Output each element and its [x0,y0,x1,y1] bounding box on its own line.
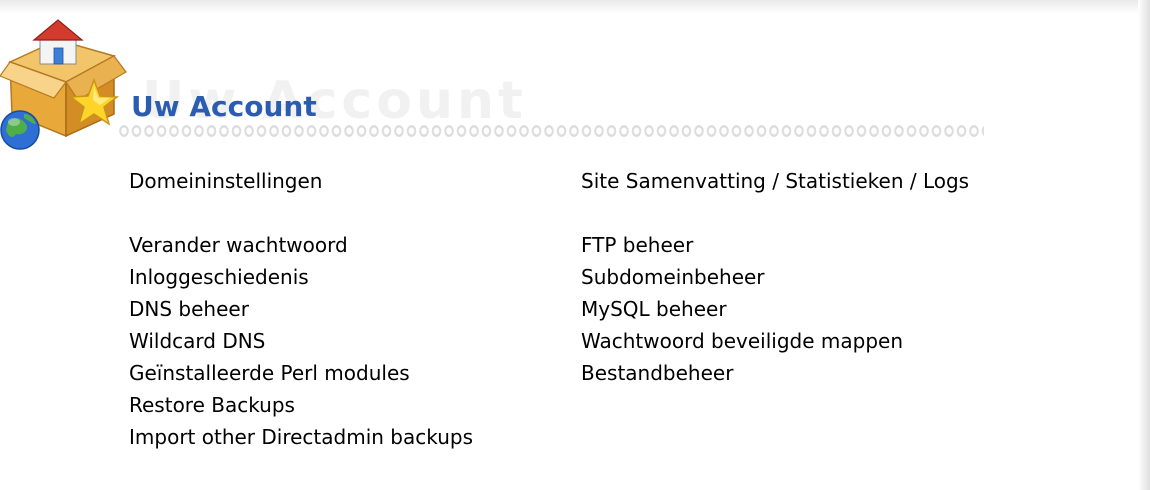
link-subdomeinbeheer[interactable]: Subdomeinbeheer [581,261,969,293]
link-site-samenvatting[interactable]: Site Samenvatting / Statistieken / Logs [581,165,969,197]
left-menu-column: Domeininstellingen Verander wachtwoord I… [129,165,473,453]
right-menu-column: Site Samenvatting / Statistieken / Logs … [581,165,969,389]
link-ftp-beheer[interactable]: FTP beheer [581,229,969,261]
link-mysql-beheer[interactable]: MySQL beheer [581,293,969,325]
link-import-directadmin-backups[interactable]: Import other Directadmin backups [129,421,473,453]
link-wachtwoord-beveiligde-mappen[interactable]: Wachtwoord beveiligde mappen [581,325,969,357]
link-inloggeschiedenis[interactable]: Inloggeschiedenis [129,261,473,293]
link-restore-backups[interactable]: Restore Backups [129,389,473,421]
section-header: Uw Account Uw Account [0,18,1000,158]
account-box-icon [0,19,127,150]
link-verander-wachtwoord[interactable]: Verander wachtwoord [129,229,473,261]
link-bestandbeheer[interactable]: Bestandbeheer [581,357,969,389]
link-dns-beheer[interactable]: DNS beheer [129,293,473,325]
link-domeininstellingen[interactable]: Domeininstellingen [129,165,473,197]
link-perl-modules[interactable]: Geïnstalleerde Perl modules [129,357,473,389]
page-title: Uw Account [131,90,317,123]
link-wildcard-dns[interactable]: Wildcard DNS [129,325,473,357]
top-shadow [0,0,1138,14]
right-shadow [1138,0,1150,490]
decorative-ring-divider [118,125,984,137]
page: Uw Account Uw Account Domeininstellingen… [0,0,1150,490]
